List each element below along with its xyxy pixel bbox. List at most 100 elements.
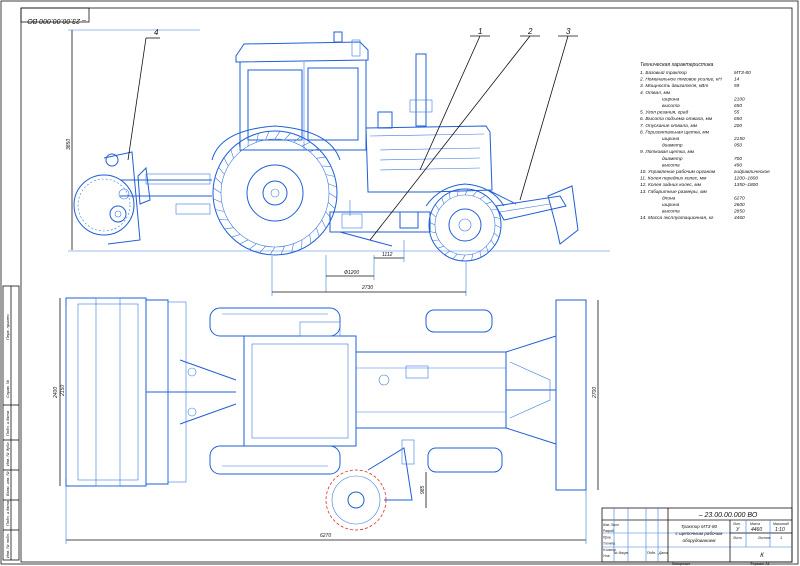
footer-format: Формат А1 — [750, 562, 770, 566]
frame-hydraulics — [329, 200, 431, 247]
spec-label: высота — [662, 163, 680, 168]
spec-label: 12. Колея задних колес, мм — [640, 182, 702, 188]
drawing-canvas: Перв. примен. Справ. № Подп. и дата Инв.… — [0, 0, 799, 566]
spec-value: 950 — [734, 143, 742, 149]
spec-label: диаметр — [662, 143, 683, 149]
callout-leaders: 4 1 2 3 — [127, 27, 578, 241]
spec-value: 650 — [734, 103, 742, 109]
spec-label: 8. Горизонтальная щетка, мм — [640, 129, 710, 135]
spec-label: 11. Колея передних колес, мм — [640, 176, 707, 182]
dim-base: 2730 — [361, 285, 373, 291]
spec-value: 700 — [734, 156, 742, 162]
footer-copy: Копировал — [672, 562, 690, 566]
rear-brush — [73, 151, 212, 245]
front-wheel — [425, 183, 505, 262]
letter-value: У — [736, 527, 740, 533]
top-drawing-number: – 23.00.00.000 ВО — [27, 17, 87, 24]
header-lit: Лит. — [732, 522, 741, 526]
rear-wheels-plan — [209, 307, 341, 475]
spec-value: 14 — [734, 77, 740, 83]
spec-label: 13. Габаритные размеры, мм — [640, 189, 708, 195]
spec-value: 490 — [734, 162, 742, 168]
dim-width-inner: 2150 — [60, 385, 66, 397]
org-value: К — [760, 553, 764, 559]
spec-label: ширина — [662, 203, 680, 208]
tractor-hood — [365, 53, 493, 193]
side-strip: Перв. примен. Справ. № Подп. и дата Инв.… — [2, 285, 20, 561]
scale-value: 1:10 — [775, 527, 785, 533]
spec-label: 6. Высота подъема отвала, мм — [640, 116, 713, 122]
specs-block: Техническая характеристика 1. Базовый тр… — [639, 62, 770, 221]
spec-value: 4460 — [734, 215, 745, 221]
header-mass: Масса — [750, 522, 760, 526]
spec-label: 4. Отвал, мм — [640, 90, 671, 96]
spec-value: 6270 — [734, 195, 745, 201]
spec-label: длина — [662, 195, 676, 201]
spec-value: 2100 — [733, 96, 745, 102]
strip-label-ref: Справ. № — [5, 379, 10, 398]
inner-frame — [20, 7, 793, 563]
spec-value: 200 — [733, 123, 742, 129]
dim-length: 6270 — [320, 533, 331, 539]
strip-label-dup: Инв. № дубл. — [5, 441, 10, 466]
spec-label: 3. Мощность двигателя, кВт — [640, 83, 708, 89]
top-view: 2400 2150 2700 985 6270 — [53, 297, 599, 544]
spec-value: гидравлическое — [734, 169, 770, 175]
spec-value: 55 — [734, 110, 740, 116]
spec-label: 9. Лотковая щетка, мм — [640, 149, 695, 155]
dim-width-outer: 2400 — [53, 387, 59, 399]
strip-label-inv: Инв. № подл. — [5, 533, 10, 558]
spec-value: 650 — [734, 116, 742, 122]
stamp-row-label: Т.контр. — [603, 542, 616, 546]
stamp-row-label: Изм. Лист — [603, 523, 619, 527]
stamp-col-sign: Подп. — [647, 551, 656, 555]
title-line-1: Трактор МТЗ-80 — [681, 524, 718, 529]
spec-label: диаметр — [662, 156, 683, 162]
stamp-row-label: Разраб. — [603, 529, 615, 533]
spec-label: 7. Опускание отвала, мм — [640, 123, 698, 129]
spec-label: ширина — [662, 137, 680, 142]
strip-label-sign2: Подп. и дата — [5, 500, 10, 526]
sheet-label: Лист — [732, 536, 742, 540]
dim-offset: 1112 — [382, 252, 393, 258]
spec-value: 2150 — [733, 136, 745, 142]
spec-value: МТЗ-80 — [734, 70, 751, 76]
spec-value: 59 — [734, 83, 740, 89]
sheets-count: 1 — [780, 535, 782, 540]
spec-label: 2. Номинальное тяговое усилие, кН — [639, 77, 722, 83]
strip-label-first-use: Перв. примен. — [5, 313, 10, 340]
mass-value: 4460 — [751, 527, 762, 533]
callout-2: 2 — [527, 27, 533, 36]
stamp-row-label: Утв. — [603, 554, 610, 558]
stamp-drawing-number: – 23.00.00.000 ВО — [698, 512, 758, 519]
spec-value: 1350–1800 — [734, 182, 758, 188]
stamp-row-label: Пров. — [603, 535, 612, 539]
dim-height: 3850 — [66, 139, 72, 150]
body-plan — [243, 321, 507, 447]
callout-3: 3 — [566, 27, 571, 36]
dim-brush-offset: 985 — [420, 485, 426, 494]
spec-value: 2850 — [733, 209, 745, 215]
sheets-label: Листов — [757, 536, 771, 540]
spec-label: высота — [662, 210, 680, 215]
side-view: 4 1 2 3 3850 Ф1200 1112 2730 — [66, 27, 610, 296]
dim-width-right: 2700 — [592, 387, 598, 399]
callout-4: 4 — [154, 28, 159, 37]
rear-wheel — [211, 125, 341, 256]
callout-1: 1 — [478, 27, 482, 36]
specs-title: Техническая характеристика — [640, 62, 714, 68]
strip-label-sign1: Подп. и дата — [5, 410, 10, 436]
title-line-3: оборудованием — [682, 538, 716, 543]
strip-label-replace: Взам. инв. № — [5, 471, 10, 496]
top-number-box: – 23.00.00.000 ВО — [20, 7, 90, 24]
spec-label: ширина — [662, 97, 680, 102]
spec-value: 1200–1800 — [734, 176, 758, 182]
header-scale: Масштаб — [773, 522, 789, 526]
stamp-col-doc: № докум. — [614, 551, 629, 555]
blade-plan — [505, 299, 587, 491]
spec-label: 5. Угол резания, град — [640, 110, 689, 116]
stamp-col-date: Дата — [658, 551, 668, 555]
spec-label: 10. Управление рабочим органом — [640, 169, 716, 175]
title-line-2: с щеточным рабочим — [676, 531, 724, 536]
title-block: – 23.00.00.000 ВО Трактор МТЗ-80 с щеточ… — [601, 507, 793, 563]
